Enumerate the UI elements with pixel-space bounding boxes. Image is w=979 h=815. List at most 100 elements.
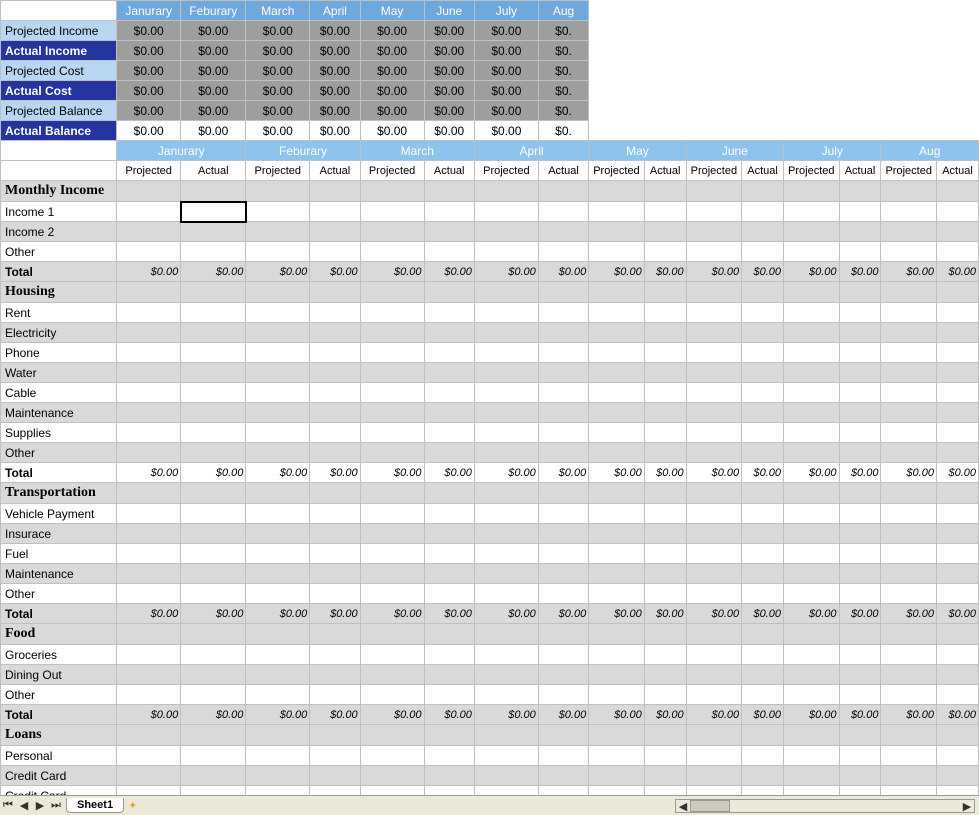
total-cell[interactable]: $0.00 [117,604,181,624]
summary-cell[interactable]: $0.00 [424,61,474,81]
data-cell[interactable] [246,202,310,222]
data-cell[interactable] [881,645,936,665]
summary-cell[interactable]: $0.00 [360,81,424,101]
data-cell[interactable] [839,645,881,665]
data-cell[interactable] [881,323,936,343]
data-cell[interactable] [839,544,881,564]
summary-cell[interactable]: $0.00 [360,21,424,41]
data-cell[interactable] [936,242,978,262]
data-cell[interactable] [360,222,424,242]
data-cell[interactable] [538,544,588,564]
data-cell[interactable] [881,423,936,443]
data-cell[interactable] [538,665,588,685]
data-cell[interactable] [686,323,741,343]
data-cell[interactable] [881,584,936,604]
data-cell[interactable] [644,564,686,584]
data-cell[interactable] [474,584,538,604]
data-cell[interactable] [839,685,881,705]
data-cell[interactable] [424,645,474,665]
data-cell[interactable] [360,443,424,463]
data-cell[interactable] [839,242,881,262]
total-cell[interactable]: $0.00 [360,463,424,483]
data-cell[interactable] [181,202,246,222]
data-cell[interactable] [246,403,310,423]
data-cell[interactable] [742,443,784,463]
data-cell[interactable] [181,766,246,786]
data-cell[interactable] [686,403,741,423]
summary-cell[interactable]: $0.00 [117,41,181,61]
data-cell[interactable] [117,584,181,604]
data-cell[interactable] [784,423,839,443]
data-cell[interactable] [742,423,784,443]
data-cell[interactable] [936,544,978,564]
total-cell[interactable]: $0.00 [686,262,741,282]
data-cell[interactable] [424,242,474,262]
data-cell[interactable] [784,504,839,524]
total-cell[interactable]: $0.00 [474,262,538,282]
data-cell[interactable] [360,343,424,363]
data-cell[interactable] [936,443,978,463]
data-cell[interactable] [881,363,936,383]
line-item-label[interactable]: Phone [1,343,117,363]
data-cell[interactable] [310,504,360,524]
line-item-label[interactable]: Other [1,584,117,604]
data-cell[interactable] [589,766,644,786]
data-cell[interactable] [644,766,686,786]
data-cell[interactable] [246,343,310,363]
summary-cell[interactable]: $0.00 [181,81,246,101]
data-cell[interactable] [742,524,784,544]
data-cell[interactable] [784,685,839,705]
data-cell[interactable] [424,222,474,242]
line-item-label[interactable]: Other [1,685,117,705]
total-cell[interactable]: $0.00 [424,705,474,725]
total-cell[interactable]: $0.00 [181,604,246,624]
data-cell[interactable] [538,423,588,443]
data-cell[interactable] [424,423,474,443]
data-cell[interactable] [881,303,936,323]
data-cell[interactable] [246,222,310,242]
total-cell[interactable]: $0.00 [538,262,588,282]
data-cell[interactable] [181,524,246,544]
data-cell[interactable] [424,685,474,705]
data-cell[interactable] [474,303,538,323]
total-cell[interactable]: $0.00 [424,262,474,282]
data-cell[interactable] [644,645,686,665]
data-cell[interactable] [742,202,784,222]
total-cell[interactable]: $0.00 [784,705,839,725]
data-cell[interactable] [936,685,978,705]
data-cell[interactable] [839,564,881,584]
data-cell[interactable] [538,443,588,463]
data-cell[interactable] [246,242,310,262]
data-cell[interactable] [538,323,588,343]
data-cell[interactable] [589,343,644,363]
line-item-label[interactable]: Rent [1,303,117,323]
data-cell[interactable] [181,222,246,242]
data-cell[interactable] [784,323,839,343]
data-cell[interactable] [181,383,246,403]
data-cell[interactable] [644,202,686,222]
data-cell[interactable] [936,584,978,604]
summary-cell[interactable]: $0.00 [360,101,424,121]
total-cell[interactable]: $0.00 [589,604,644,624]
data-cell[interactable] [644,363,686,383]
data-cell[interactable] [181,343,246,363]
data-cell[interactable] [644,222,686,242]
data-cell[interactable] [360,363,424,383]
data-cell[interactable] [686,202,741,222]
data-cell[interactable] [644,443,686,463]
data-cell[interactable] [936,343,978,363]
data-cell[interactable] [589,524,644,544]
total-cell[interactable]: $0.00 [839,262,881,282]
data-cell[interactable] [360,645,424,665]
line-item-label[interactable]: Fuel [1,544,117,564]
data-cell[interactable] [474,504,538,524]
total-cell[interactable]: $0.00 [936,262,978,282]
data-cell[interactable] [644,242,686,262]
data-cell[interactable] [784,443,839,463]
data-cell[interactable] [784,403,839,423]
line-item-label[interactable]: Other [1,242,117,262]
data-cell[interactable] [117,242,181,262]
data-cell[interactable] [839,303,881,323]
summary-cell[interactable]: $0.00 [474,101,538,121]
total-cell[interactable]: $0.00 [474,463,538,483]
